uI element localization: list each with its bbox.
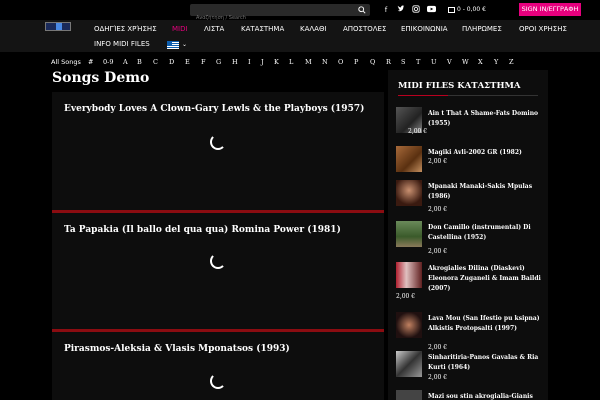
signin-button[interactable]: SIGN IN/ΕΓΓΡΑΦΗ <box>519 3 581 16</box>
filter-letter[interactable]: G <box>216 55 221 69</box>
cart-link[interactable]: 0 - 0,00 € <box>448 5 486 15</box>
product-thumbnail[interactable] <box>396 351 422 377</box>
product-thumbnail[interactable] <box>396 262 422 288</box>
song-title: Everybody Loves A Clown-Gary Lewls & the… <box>64 104 365 114</box>
chevron-down-icon[interactable]: ⌄ <box>182 41 187 48</box>
song-demo-card[interactable]: Pirasmos-Aleksia & Vlasis Mponatsos (199… <box>52 332 384 400</box>
filter-letter[interactable]: F <box>201 55 206 69</box>
filter-letter[interactable]: D <box>169 55 174 69</box>
filter-letter[interactable]: M <box>305 55 312 69</box>
product-name[interactable]: Ain t That A Shame-Fats Domino (1955) <box>428 109 546 129</box>
product-name[interactable]: Akrogialies Dilina (Diaskevi) Eleonora Z… <box>428 264 546 294</box>
greek-flag-icon[interactable] <box>167 41 179 49</box>
product-price: 2,00 € <box>428 158 448 165</box>
filter-letter[interactable]: N <box>322 55 328 69</box>
instagram-icon[interactable] <box>411 5 421 15</box>
filter-letter[interactable]: I <box>248 55 251 69</box>
site-logo[interactable] <box>45 22 71 31</box>
product-price: 2,00 € <box>408 128 428 135</box>
filter-letter[interactable]: S <box>401 55 405 69</box>
product-thumbnail[interactable] <box>396 312 422 338</box>
nav-cart[interactable]: ΚΑΛΑΘΙ <box>300 25 327 33</box>
youtube-icon[interactable] <box>426 5 436 15</box>
filter-letter[interactable]: O <box>338 55 343 69</box>
filter-letter[interactable]: B <box>137 55 142 69</box>
product-thumbnail[interactable] <box>396 221 422 247</box>
product-price: 2,00 € <box>428 374 448 381</box>
product-name[interactable]: Sinharitiria-Panos Gavalas & Ria Kurti (… <box>428 353 546 373</box>
cart-icon <box>448 6 455 13</box>
filter-letter[interactable]: C <box>153 55 158 69</box>
song-title: Pirasmos-Aleksia & Vlasis Mponatsos (199… <box>64 344 290 354</box>
nav-terms[interactable]: ΟΡΟΙ ΧΡΗΣΗΣ <box>519 25 567 33</box>
loading-spinner-icon <box>210 253 226 269</box>
product-thumbnail[interactable] <box>396 146 422 172</box>
product-name[interactable]: Mazi sou stin akrogialia-Gianis <box>428 392 546 400</box>
filter-letter[interactable]: V <box>447 55 452 69</box>
filter-hash[interactable]: # <box>88 55 93 69</box>
page-title: Songs Demo <box>52 70 150 86</box>
product-price: 2,00 € <box>428 344 448 351</box>
filter-letter[interactable]: T <box>416 55 420 69</box>
nav-contact[interactable]: ΕΠΙΚΟΙΝΩΝΙΑ <box>401 25 448 33</box>
filter-letter[interactable]: U <box>431 55 436 69</box>
product-name[interactable]: Magiki Avli-2002 GR (1982) <box>428 148 546 158</box>
filter-digits[interactable]: 0-9 <box>103 55 113 69</box>
product-name[interactable]: Lava Mou (San Ifestio pu ksipna) Alkisti… <box>428 314 546 334</box>
main-nav: ΟΔΗΓΊΕΣ ΧΡΉΣΗΣ MIDI ΛΙΣΤΑ ΚΑΤΑΣΤΗΜΑ ΚΑΛΑ… <box>0 20 600 52</box>
alphabet-filter: All Songs # 0-9 A B C D E F G H I J K L … <box>48 55 578 69</box>
filter-letter[interactable]: H <box>232 55 238 69</box>
shop-sidebar: MIDI FILES ΚΑΤΑΣΤΗΜΑ Ain t That A Shame-… <box>388 70 548 400</box>
twitter-icon[interactable] <box>396 5 406 15</box>
sidebar-title: MIDI FILES ΚΑΤΑΣΤΗΜΑ <box>398 81 521 91</box>
cart-total: 0 - 0,00 € <box>457 6 486 13</box>
nav-info-midi[interactable]: INFO MIDI FILES <box>94 40 150 48</box>
filter-letter[interactable]: A <box>123 55 128 69</box>
song-demo-card[interactable]: Everybody Loves A Clown-Gary Lewls & the… <box>52 92 384 210</box>
product-price: 2,00 € <box>428 248 448 255</box>
search-box[interactable] <box>190 4 370 24</box>
product-name[interactable]: Mpanaki Manaki-Sakis Mpulas (1986) <box>428 182 546 202</box>
product-price: 2,00 € <box>396 293 416 300</box>
search-icon[interactable] <box>358 6 366 14</box>
filter-letter[interactable]: E <box>185 55 190 69</box>
filter-letter[interactable]: K <box>274 55 279 69</box>
filter-letter[interactable]: R <box>386 55 391 69</box>
filter-letter[interactable]: L <box>289 55 293 69</box>
filter-letter[interactable]: W <box>462 55 469 69</box>
nav-midi[interactable]: MIDI <box>172 25 188 33</box>
loading-spinner-icon <box>210 373 226 389</box>
nav-payments[interactable]: ΠΛΗΡΩΜΕΣ <box>462 25 502 33</box>
filter-letter[interactable]: X <box>478 55 483 69</box>
product-thumbnail[interactable] <box>396 180 422 206</box>
filter-letter[interactable]: J <box>261 55 264 69</box>
filter-letter[interactable]: P <box>354 55 358 69</box>
product-price: 2,00 € <box>428 206 448 213</box>
product-name[interactable]: Don Camillo (instrumental) Di Castellina… <box>428 223 546 243</box>
filter-letter[interactable]: Q <box>370 55 375 69</box>
facebook-icon[interactable]: f <box>381 5 391 15</box>
song-demo-card[interactable]: Ta Papakia (Il ballo del qua qua) Romina… <box>52 213 384 329</box>
filter-all-songs[interactable]: All Songs <box>51 55 81 69</box>
filter-letter[interactable]: Z <box>509 55 514 69</box>
loading-spinner-icon <box>210 134 226 150</box>
filter-letter[interactable]: Y <box>494 55 498 69</box>
nav-shipping[interactable]: ΑΠΟΣΤΟΛΕΣ <box>343 25 386 33</box>
top-bar: f 0 - 0,00 € SIGN IN/ΕΓΓΡΑΦΗ <box>0 0 600 24</box>
nav-list[interactable]: ΛΙΣΤΑ <box>204 25 224 33</box>
nav-instructions[interactable]: ΟΔΗΓΊΕΣ ΧΡΉΣΗΣ <box>94 25 157 33</box>
product-thumbnail[interactable] <box>396 390 422 400</box>
nav-shop[interactable]: ΚΑΤΑΣΤΗΜΑ <box>241 25 284 33</box>
song-title: Ta Papakia (Il ballo del qua qua) Romina… <box>64 225 341 235</box>
sidebar-underline <box>398 95 538 96</box>
